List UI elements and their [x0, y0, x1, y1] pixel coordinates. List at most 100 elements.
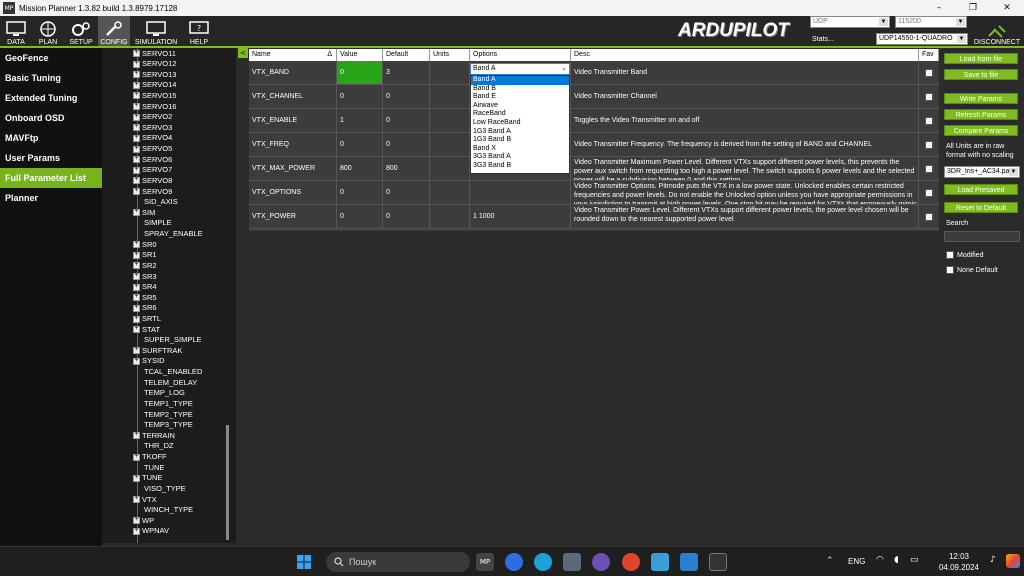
- maximize-button[interactable]: ❐: [956, 0, 990, 16]
- expand-icon[interactable]: +: [133, 209, 140, 217]
- cell-value[interactable]: 0: [337, 181, 383, 204]
- table-row[interactable]: VTX_CHANNEL 0 0 Video Transmitter Channel: [249, 85, 939, 109]
- expand-icon[interactable]: +: [133, 527, 140, 535]
- expand-icon[interactable]: +: [133, 517, 140, 525]
- checkbox-box[interactable]: [946, 251, 954, 259]
- expand-icon[interactable]: +: [133, 304, 140, 312]
- fav-checkbox[interactable]: [925, 141, 933, 149]
- cell-value[interactable]: 0: [337, 205, 383, 228]
- tree-node[interactable]: + SERVO9: [133, 187, 172, 198]
- table-row[interactable]: VTX_POWER 0 0 1 1000 Video Transmitter Power…: [249, 205, 939, 229]
- baud-select[interactable]: 115200 ▼: [895, 16, 967, 28]
- none-default-checkbox[interactable]: None Default: [946, 266, 998, 274]
- tree-node[interactable]: + TKOFF: [133, 452, 167, 463]
- preset-select[interactable]: 3DR_Iris+_AC34.pa ▼: [944, 166, 1020, 178]
- tree-node[interactable]: + SIM: [133, 208, 155, 219]
- tree-node[interactable]: + SR6: [133, 303, 157, 314]
- tree-node[interactable]: + SERVO6: [133, 155, 172, 166]
- cell-value[interactable]: 1: [337, 109, 383, 132]
- header-value[interactable]: Value: [337, 49, 383, 61]
- table-row[interactable]: VTX_BAND 0 3 Video Transmitter Band: [249, 61, 939, 85]
- expand-icon[interactable]: +: [133, 166, 140, 174]
- cell-options[interactable]: [470, 181, 571, 204]
- app-icon[interactable]: [592, 553, 610, 571]
- tree-node[interactable]: + SR0: [133, 240, 157, 251]
- tree-node[interactable]: + SERVO5: [133, 144, 172, 155]
- fav-checkbox[interactable]: [925, 117, 933, 125]
- tree-node[interactable]: SID_AXIS: [144, 197, 178, 208]
- disconnect-button[interactable]: DISCONNECT: [970, 20, 1024, 46]
- compare-params-button[interactable]: Compare Params: [944, 125, 1018, 136]
- expand-icon[interactable]: +: [133, 71, 140, 79]
- expand-icon[interactable]: +: [133, 347, 140, 355]
- checkbox-box[interactable]: [946, 266, 954, 274]
- expand-icon[interactable]: +: [133, 474, 140, 482]
- tree-node[interactable]: TEMP2_TYPE: [144, 410, 193, 421]
- tree-node[interactable]: TCAL_ENABLED: [144, 367, 202, 378]
- fav-checkbox[interactable]: [925, 189, 933, 197]
- cell-value[interactable]: 0: [337, 61, 383, 84]
- wifi-icon[interactable]: ◠: [876, 555, 884, 565]
- load-presaved-button[interactable]: Load Presaved: [944, 184, 1018, 195]
- refresh-params-button[interactable]: Refresh Params: [944, 109, 1018, 120]
- tree-node[interactable]: + SR1: [133, 250, 157, 261]
- battery-icon[interactable]: ▭: [910, 555, 919, 565]
- stats-link[interactable]: Stats...: [812, 36, 834, 43]
- tree-node[interactable]: TEMP3_TYPE: [144, 420, 193, 431]
- tree-node[interactable]: + SERVO11: [133, 49, 176, 60]
- tree-node[interactable]: + SERVO3: [133, 123, 172, 134]
- cell-value[interactable]: 0: [337, 85, 383, 108]
- reset-to-default-button[interactable]: Reset to Default: [944, 202, 1018, 213]
- dropdown-option[interactable]: 3G3 Band B: [471, 162, 569, 171]
- header-units[interactable]: Units: [430, 49, 470, 61]
- fav-checkbox[interactable]: [925, 165, 933, 173]
- chevron-up-icon[interactable]: ⌃: [826, 556, 834, 566]
- expand-icon[interactable]: +: [133, 50, 140, 58]
- tree-node[interactable]: + VTX: [133, 495, 157, 506]
- cell-value[interactable]: 800: [337, 157, 383, 180]
- notification-bell-icon[interactable]: ♪: [990, 555, 996, 565]
- close-button[interactable]: ✕: [990, 0, 1024, 16]
- expand-icon[interactable]: +: [133, 273, 140, 281]
- tree-node[interactable]: + SYSID: [133, 356, 165, 367]
- tree-node[interactable]: + SURFTRAK: [133, 346, 182, 357]
- nav-item-full-parameter-list[interactable]: Full Parameter List: [0, 168, 102, 188]
- nav-item-user-params[interactable]: User Params: [0, 148, 102, 168]
- volume-icon[interactable]: ◖: [894, 555, 899, 565]
- dropdown-option[interactable]: Low RaceBand: [471, 119, 569, 128]
- tree-node[interactable]: + SERVO13: [133, 70, 176, 81]
- fav-checkbox[interactable]: [925, 93, 933, 101]
- expand-icon[interactable]: +: [133, 188, 140, 196]
- write-params-button[interactable]: Write Params: [944, 93, 1018, 104]
- tree-node[interactable]: + SR5: [133, 293, 157, 304]
- help-button[interactable]: ? HELP: [184, 16, 214, 46]
- tree-node[interactable]: + SR2: [133, 261, 157, 272]
- edge-icon[interactable]: [534, 553, 552, 571]
- widget-icon[interactable]: [1006, 554, 1020, 568]
- header-fav[interactable]: Fav: [919, 49, 939, 61]
- tree-node[interactable]: + WPNAV: [133, 526, 169, 537]
- tree-node[interactable]: WINCH_TYPE: [144, 505, 193, 516]
- terminal-icon[interactable]: [709, 553, 727, 571]
- tree-node[interactable]: + SERVO2: [133, 112, 172, 123]
- expand-icon[interactable]: +: [133, 177, 140, 185]
- expand-icon[interactable]: +: [133, 315, 140, 323]
- connection-type-select[interactable]: UDP ▼: [810, 16, 890, 28]
- table-row[interactable]: VTX_MAX_POWER 800 800 Video Transmitter Max…: [249, 157, 939, 181]
- fav-checkbox[interactable]: [925, 69, 933, 77]
- expand-icon[interactable]: +: [133, 357, 140, 365]
- vscode-icon[interactable]: [680, 553, 698, 571]
- tree-node[interactable]: + SERVO16: [133, 102, 176, 113]
- expand-icon[interactable]: +: [133, 241, 140, 249]
- tree-node[interactable]: + SR4: [133, 282, 157, 293]
- expand-icon[interactable]: +: [133, 60, 140, 68]
- copilot-icon[interactable]: [505, 553, 523, 571]
- tree-node[interactable]: + SRTL: [133, 314, 161, 325]
- expand-icon[interactable]: +: [133, 453, 140, 461]
- expand-icon[interactable]: +: [133, 92, 140, 100]
- tree-node[interactable]: TELEM_DELAY: [144, 378, 197, 389]
- nav-item-extended-tuning[interactable]: Extended Tuning: [0, 88, 102, 108]
- cell-options[interactable]: 1 1000: [470, 205, 571, 228]
- expand-icon[interactable]: +: [133, 113, 140, 121]
- taskbar-search[interactable]: Пошук: [326, 552, 470, 572]
